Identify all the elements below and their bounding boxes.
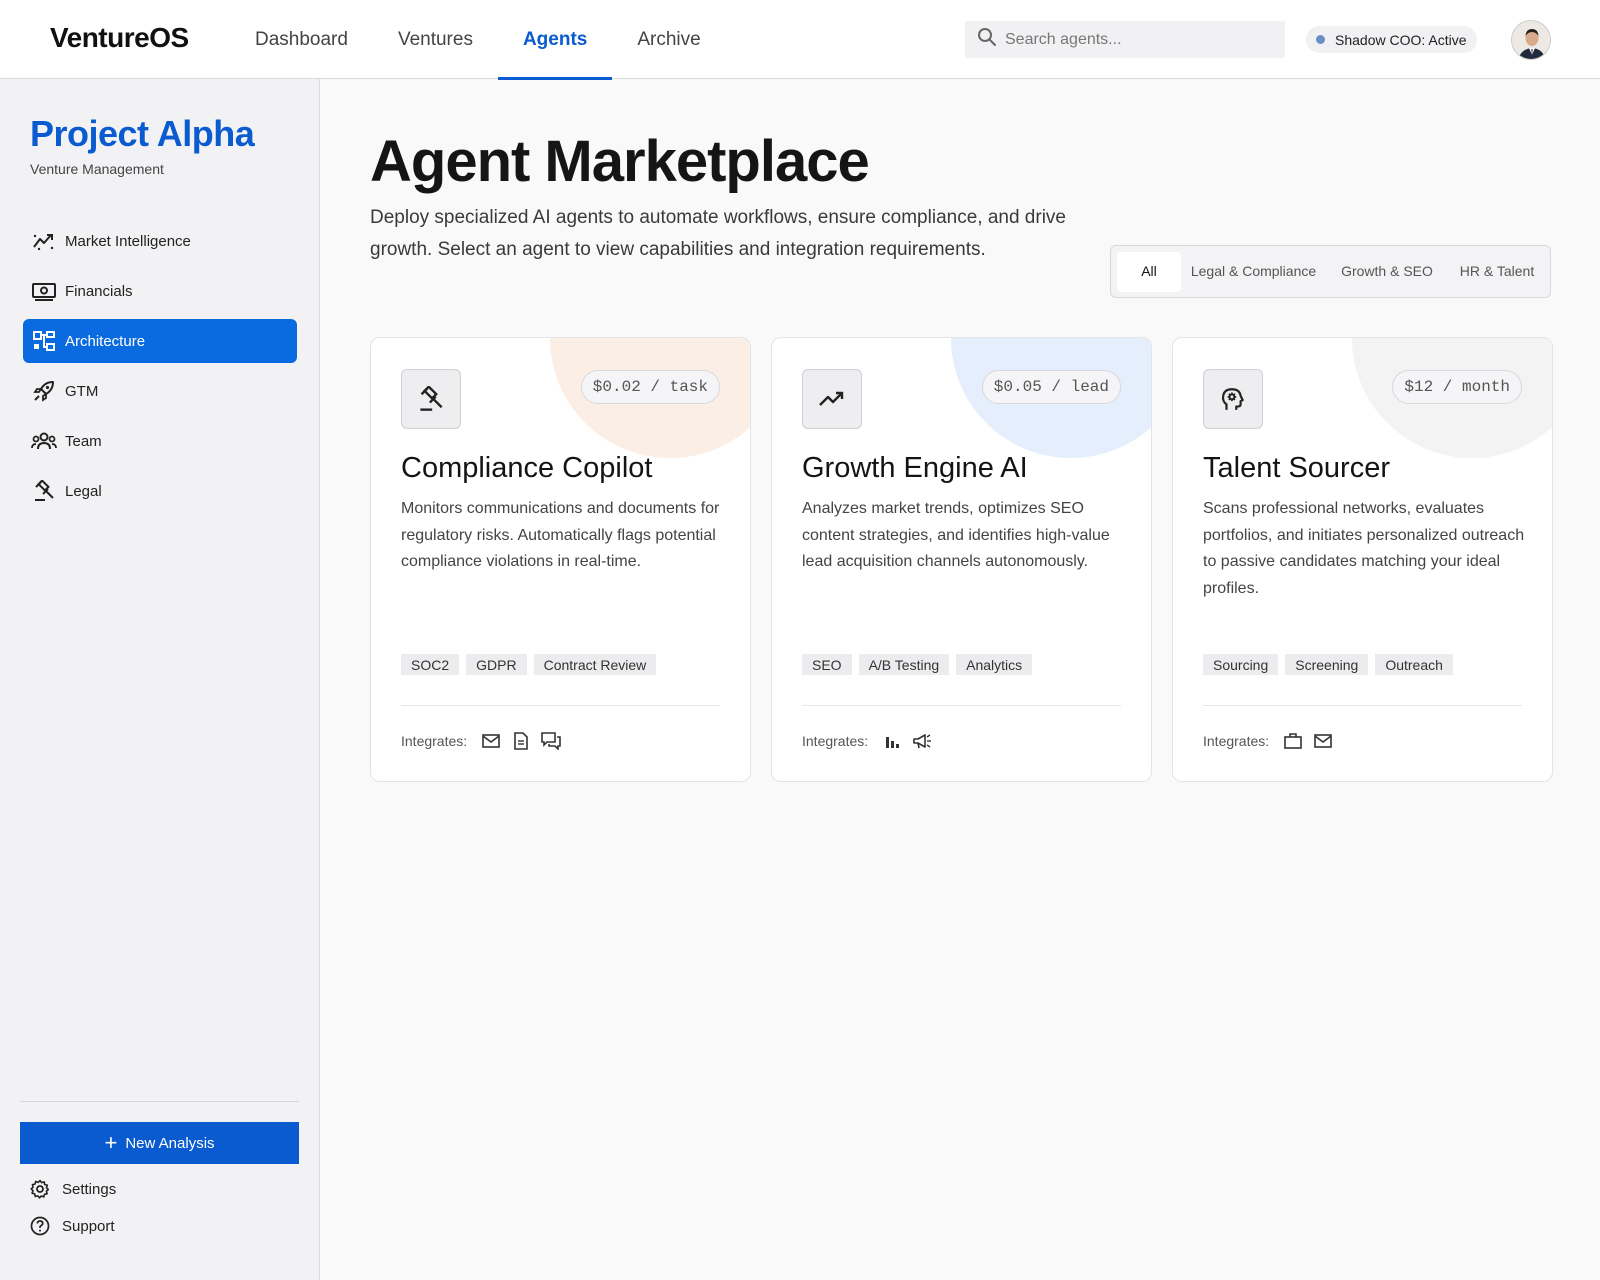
tag: Analytics	[956, 654, 1033, 675]
sidebar-item-label: Financials	[65, 282, 133, 300]
tag: A/B Testing	[858, 654, 950, 675]
sidebar-item-label: Market Intelligence	[65, 232, 191, 250]
search-input[interactable]	[1005, 30, 1265, 49]
bar-chart-icon	[882, 731, 902, 751]
trend-chart-icon	[31, 228, 57, 254]
page-title: Agent Marketplace	[370, 129, 870, 194]
search-box	[965, 21, 1285, 58]
tag: SOC2	[401, 654, 460, 675]
gavel-icon	[401, 369, 461, 429]
sidebar-item-label: GTM	[65, 382, 99, 400]
help-circle-icon	[30, 1216, 52, 1236]
card-divider	[802, 705, 1121, 706]
integrates-label: Integrates:	[1203, 733, 1270, 749]
search-icon	[977, 27, 997, 52]
page-description: Deploy specialized AI agents to automate…	[370, 207, 1066, 260]
card-title: Talent Sourcer	[1203, 452, 1390, 484]
card-title: Compliance Copilot	[401, 452, 653, 484]
mail-icon	[481, 731, 501, 751]
status-badge: Shadow COO: Active	[1306, 26, 1477, 53]
filter-growth-seo[interactable]: Growth & SEO	[1326, 252, 1448, 292]
card-divider	[1203, 705, 1522, 706]
sidebar-item-market-intelligence[interactable]: Market Intelligence	[23, 219, 297, 263]
sidebar-item-team[interactable]: Team	[23, 419, 297, 463]
nav-agents[interactable]: Agents	[497, 0, 613, 80]
filter-all[interactable]: All	[1117, 251, 1181, 292]
card-description: Scans professional networks, evaluates p…	[1203, 500, 1525, 597]
tag: Screening	[1285, 654, 1369, 675]
status-dot	[1316, 35, 1325, 44]
price-badge: $0.05 / lead	[981, 370, 1121, 404]
support-link[interactable]: Support	[30, 1212, 115, 1240]
tag: SEO	[802, 654, 852, 675]
integrates-label: Integrates:	[401, 733, 468, 749]
filter-hr-talent[interactable]: HR & Talent	[1448, 252, 1546, 292]
sidebar-nav: Market Intelligence Financials Architect…	[23, 219, 297, 519]
sidebar-item-label: Legal	[65, 482, 102, 500]
filter-legal-compliance[interactable]: Legal & Compliance	[1181, 252, 1326, 292]
nav-dashboard[interactable]: Dashboard	[230, 0, 373, 79]
chat-icon	[541, 731, 561, 751]
tag: Outreach	[1375, 654, 1453, 675]
nav-ventures[interactable]: Ventures	[373, 0, 498, 79]
card-title: Growth Engine AI	[802, 452, 1028, 484]
new-analysis-label: New Analysis	[125, 1134, 215, 1152]
top-navigation-bar: VentureOS Dashboard Ventures Agents Arch…	[0, 0, 1600, 80]
nav-archive[interactable]: Archive	[612, 0, 725, 79]
price-badge: $12 / month	[1392, 370, 1522, 404]
trending-up-icon	[802, 369, 862, 429]
briefcase-icon	[1283, 731, 1303, 751]
integrates-label: Integrates:	[802, 733, 869, 749]
tag-list: SEO A/B Testing Analytics	[802, 654, 1033, 675]
integrations-row: Integrates:	[1203, 731, 1333, 751]
tag: GDPR	[466, 654, 527, 675]
sidebar-item-gtm[interactable]: GTM	[23, 369, 297, 413]
sidebar: Project Alpha Venture Management Market …	[0, 79, 320, 1280]
sidebar-item-label: Architecture	[65, 332, 146, 350]
project-title: Project Alpha	[30, 113, 255, 154]
megaphone-icon	[912, 731, 932, 751]
sidebar-divider	[20, 1101, 299, 1102]
filter-tabs: All Legal & Compliance Growth & SEO HR &…	[1110, 245, 1551, 298]
tag: Contract Review	[533, 654, 657, 675]
card-description: Analyzes market trends, optimizes SEO co…	[802, 500, 1110, 570]
main-nav: Dashboard Ventures Agents Archive	[230, 0, 726, 80]
agent-card-talent-sourcer[interactable]: $12 / month Talent Sourcer Scans profess…	[1172, 337, 1553, 782]
plus-icon: +	[104, 1130, 118, 1155]
agent-card-grid: $0.02 / task Compliance Copilot Monitors…	[370, 337, 1553, 782]
card-divider	[401, 705, 720, 706]
project-subtitle: Venture Management	[30, 161, 164, 177]
sidebar-item-legal[interactable]: Legal	[23, 469, 297, 513]
tag: Sourcing	[1203, 654, 1279, 675]
gavel-icon	[31, 478, 57, 504]
settings-link[interactable]: Settings	[30, 1175, 116, 1203]
rocket-icon	[31, 378, 57, 404]
settings-label: Settings	[62, 1180, 117, 1198]
new-analysis-button[interactable]: + New Analysis	[20, 1122, 299, 1164]
gear-icon	[30, 1179, 52, 1199]
sidebar-item-architecture[interactable]: Architecture	[23, 319, 297, 363]
support-label: Support	[62, 1217, 115, 1235]
tag-list: SOC2 GDPR Contract Review	[401, 654, 657, 675]
group-icon	[31, 428, 57, 454]
tag-list: Sourcing Screening Outreach	[1203, 654, 1453, 675]
document-icon	[511, 731, 531, 751]
status-label: Shadow COO: Active	[1335, 31, 1467, 48]
sidebar-item-label: Team	[65, 432, 102, 450]
head-gear-icon	[1203, 369, 1263, 429]
card-description: Monitors communications and documents fo…	[401, 500, 720, 570]
app-logo[interactable]: VentureOS	[50, 22, 189, 54]
agent-card-compliance-copilot[interactable]: $0.02 / task Compliance Copilot Monitors…	[370, 337, 751, 782]
sidebar-item-financials[interactable]: Financials	[23, 269, 297, 313]
hierarchy-icon	[31, 328, 57, 354]
mail-icon	[1313, 731, 1333, 751]
avatar[interactable]	[1511, 20, 1551, 60]
cash-icon	[31, 278, 57, 304]
integrations-row: Integrates:	[401, 731, 561, 751]
integrations-row: Integrates:	[802, 731, 932, 751]
agent-card-growth-engine-ai[interactable]: $0.05 / lead Growth Engine AI Analyzes m…	[771, 337, 1152, 782]
price-badge: $0.02 / task	[580, 370, 720, 404]
